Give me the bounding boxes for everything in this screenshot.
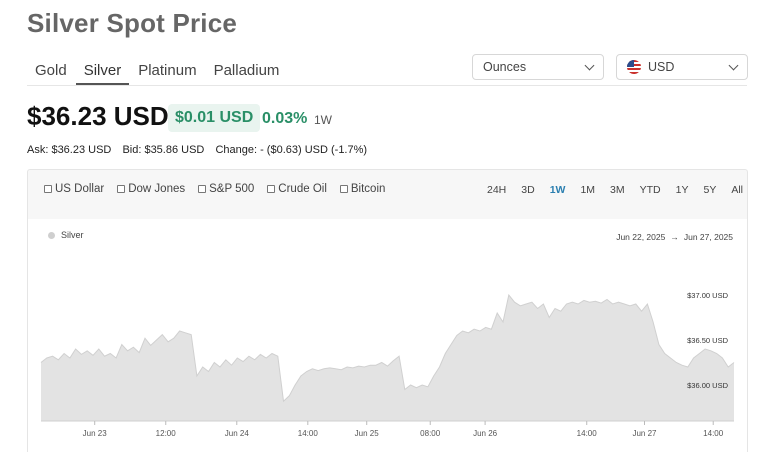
compare-sp-500[interactable]: S&P 500	[198, 183, 254, 195]
quote-line: Ask: $36.23 USD Bid: $35.86 USD Change: …	[27, 144, 375, 156]
x-tick-label: Jun 25	[355, 429, 380, 438]
change-percent: 0.03%	[262, 110, 308, 127]
compare-bitcoin[interactable]: Bitcoin	[339, 183, 385, 195]
currency-select[interactable]: USD	[616, 54, 748, 80]
period-5y[interactable]: 5Y	[703, 184, 716, 196]
checkbox-icon[interactable]	[267, 185, 276, 193]
x-tick-label: Jun 24	[225, 429, 250, 438]
chart-legend[interactable]: Silver	[48, 230, 84, 240]
units-select-value: Ounces	[483, 60, 527, 74]
y-tick-label: $36.00 USD	[687, 381, 728, 390]
silver-area	[41, 295, 734, 421]
chevron-down-icon	[584, 60, 595, 71]
change-summary: Change: - ($0.63) USD (-1.7%)	[215, 144, 368, 156]
x-tick-label: Jun 23	[83, 429, 108, 438]
checkbox-icon[interactable]	[339, 185, 348, 193]
period-3d[interactable]: 3D	[521, 184, 534, 196]
tab-silver[interactable]: Silver	[75, 56, 130, 85]
x-tick-label: 08:00	[420, 429, 441, 438]
compare-crude-oil[interactable]: Crude Oil	[267, 183, 327, 195]
compare-dow-jones[interactable]: Dow Jones	[117, 183, 185, 195]
chart-card: US Dollar Dow Jones S&P 500 Crude Oil Bi…	[27, 169, 748, 452]
checkbox-icon[interactable]	[198, 185, 207, 193]
y-tick-label: $37.00 USD	[687, 291, 728, 300]
price-chart[interactable]: $37.00 USD $36.50 USD $36.00 USD Jun 23 12:0…	[28, 219, 747, 452]
tab-palladium[interactable]: Palladium	[206, 56, 288, 85]
ask-price: Ask: $36.23 USD	[27, 144, 112, 156]
period-1y[interactable]: 1Y	[676, 184, 689, 196]
us-flag-icon	[627, 60, 641, 74]
bid-price: Bid: $35.86 USD	[122, 144, 205, 156]
date-end: Jun 27, 2025	[683, 232, 733, 242]
tab-gold[interactable]: Gold	[27, 56, 75, 85]
arrow-right-icon: →	[670, 232, 679, 242]
period-24h[interactable]: 24H	[487, 184, 506, 196]
compare-options: US Dollar Dow Jones S&P 500 Crude Oil Bi…	[44, 183, 398, 195]
x-tick-label: 12:00	[156, 429, 177, 438]
change-amount-badge: $0.01 USD	[168, 104, 261, 132]
legend-label: Silver	[61, 230, 84, 240]
chevron-down-icon	[728, 60, 739, 71]
compare-us-dollar[interactable]: US Dollar	[44, 183, 104, 195]
legend-dot-icon	[48, 231, 55, 239]
period-ytd[interactable]: YTD	[640, 184, 661, 196]
date-range: Jun 22, 2025 → Jun 27, 2025	[616, 232, 733, 242]
checkbox-icon[interactable]	[117, 185, 126, 193]
x-tick-label: 14:00	[577, 429, 598, 438]
x-tick-label: 14:00	[703, 429, 724, 438]
spot-price: $36.23 USD	[27, 101, 169, 131]
range-label: 1W	[314, 113, 332, 127]
checkbox-icon[interactable]	[44, 185, 52, 193]
tab-platinum[interactable]: Platinum	[130, 56, 204, 85]
period-all[interactable]: All	[731, 184, 743, 196]
currency-select-value: USD	[648, 60, 675, 74]
page-title: Silver Spot Price	[27, 8, 238, 38]
period-3m[interactable]: 3M	[610, 184, 625, 196]
period-1w[interactable]: 1W	[550, 184, 566, 196]
date-start: Jun 22, 2025	[616, 232, 666, 242]
x-tick-label: Jun 27	[632, 429, 657, 438]
y-tick-label: $36.50 USD	[687, 336, 728, 345]
plot-area[interactable]: $37.00 USD $36.50 USD $36.00 USD Jun 23 12:0…	[28, 219, 747, 452]
period-selector: 24H 3D 1W 1M 3M YTD 1Y 5Y All	[472, 184, 743, 196]
units-select[interactable]: Ounces	[472, 54, 604, 80]
period-1m[interactable]: 1M	[580, 184, 595, 196]
x-tick-label: Jun 26	[473, 429, 498, 438]
x-tick-label: 14:00	[298, 429, 319, 438]
